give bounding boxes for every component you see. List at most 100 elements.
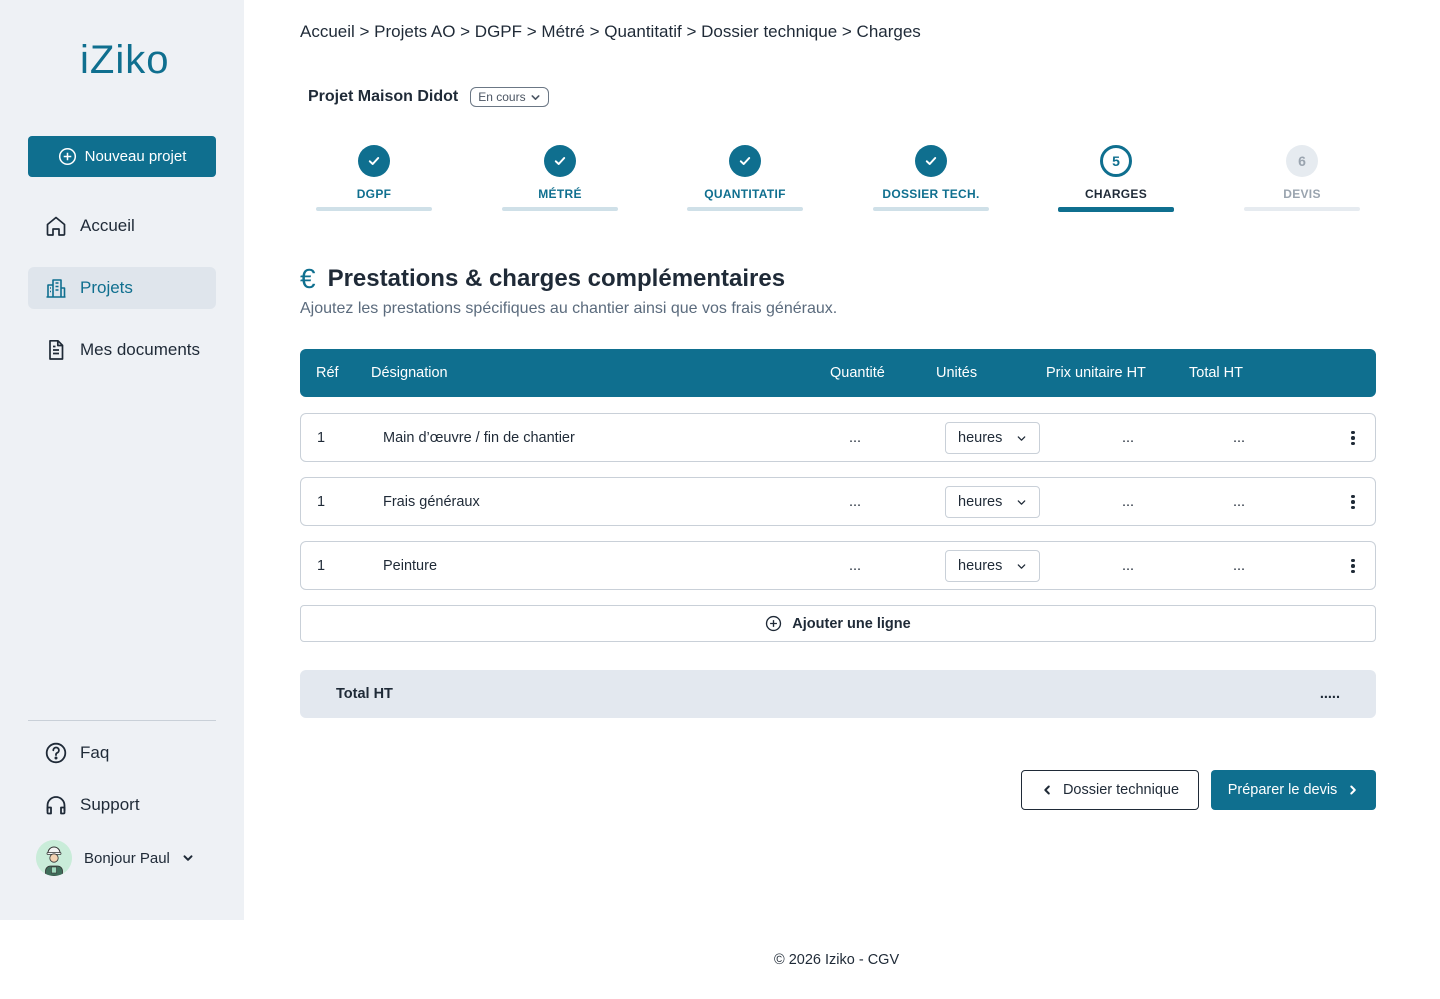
avatar	[36, 840, 72, 876]
cell-quantite[interactable]: ...	[849, 494, 861, 510]
header-prix-unitaire: Prix unitaire HT	[1046, 365, 1146, 381]
step-bar	[1244, 207, 1360, 211]
check-icon	[729, 145, 761, 177]
header-quantite: Quantité	[830, 365, 885, 381]
step-label: MÉTRÉ	[538, 187, 582, 201]
cell-ref: 1	[317, 430, 326, 446]
sidebar-item-projets[interactable]: Projets	[28, 267, 216, 309]
sidebar-item-faq[interactable]: Faq	[28, 732, 216, 774]
question-icon	[45, 742, 67, 764]
breadcrumb[interactable]: Accueil > Projets AO > DGPF > Métré > Qu…	[300, 22, 921, 42]
check-icon	[915, 145, 947, 177]
next-button-label: Préparer le devis	[1227, 782, 1338, 798]
row-menu-icon[interactable]	[1343, 428, 1363, 448]
cell-designation[interactable]: Frais généraux	[383, 494, 480, 510]
row-menu-icon[interactable]	[1343, 492, 1363, 512]
step-dgpf[interactable]: DGPF	[316, 140, 432, 211]
cell-ref: 1	[317, 558, 326, 574]
row-menu-icon[interactable]	[1343, 556, 1363, 576]
unit-select[interactable]: heures	[945, 550, 1040, 582]
step-devis[interactable]: 6 DEVIS	[1244, 140, 1360, 211]
step-label: DOSSIER TECH.	[882, 187, 980, 201]
user-greeting: Bonjour Paul	[84, 849, 170, 867]
buildings-icon	[46, 279, 66, 298]
chevron-down-icon	[1017, 499, 1026, 505]
chevron-left-icon	[1044, 785, 1050, 795]
back-button[interactable]: Dossier technique	[1021, 770, 1199, 810]
new-project-button[interactable]: Nouveau projet	[28, 136, 216, 177]
cell-total: ...	[1233, 430, 1246, 446]
chevron-down-icon	[531, 94, 540, 100]
step-charges[interactable]: 5 CHARGES	[1058, 140, 1174, 212]
cell-quantite[interactable]: ...	[849, 558, 861, 574]
table-row: 1 Main d’œuvre / fin de chantier ... heu…	[300, 413, 1376, 462]
step-label: QUANTITATIF	[704, 187, 786, 201]
step-bar	[316, 207, 432, 211]
unit-select[interactable]: heures	[945, 486, 1040, 518]
unit-value: heures	[958, 494, 1003, 510]
step-dossier-tech[interactable]: DOSSIER TECH.	[873, 140, 989, 211]
header-ref: Réf	[316, 365, 339, 381]
table-header: Réf Désignation Quantité Unités Prix uni…	[300, 349, 1376, 397]
total-summary: Total HT .....	[300, 670, 1376, 718]
table-row: 1 Peinture ... heures ... ...	[300, 541, 1376, 590]
cell-total: ...	[1233, 558, 1246, 574]
unit-select[interactable]: heures	[945, 422, 1040, 454]
check-icon	[358, 145, 390, 177]
document-icon	[49, 339, 64, 360]
section-title-text: Prestations & charges complémentaires	[327, 265, 786, 292]
header-total: Total HT	[1189, 365, 1243, 381]
cell-quantite[interactable]: ...	[849, 430, 861, 446]
sidebar-item-mes-documents[interactable]: Mes documents	[28, 329, 216, 371]
status-dropdown[interactable]: En cours	[470, 87, 549, 107]
step-quantitatif[interactable]: QUANTITATIF	[687, 140, 803, 211]
plus-circle-icon	[766, 615, 782, 632]
header-designation: Désignation	[371, 365, 448, 381]
cell-designation[interactable]: Peinture	[383, 558, 437, 574]
step-bar	[502, 207, 618, 211]
cell-prix-unitaire[interactable]: ...	[1122, 430, 1134, 446]
cell-prix-unitaire[interactable]: ...	[1122, 558, 1134, 574]
next-button[interactable]: Préparer le devis	[1211, 770, 1376, 810]
header-unites: Unités	[936, 365, 978, 381]
cell-designation[interactable]: Main d’œuvre / fin de chantier	[383, 430, 575, 446]
progress-stepper: DGPF MÉTRÉ QUANTITATIF DOSSIER TECH. 5 C…	[300, 140, 1376, 220]
unit-value: heures	[958, 558, 1003, 574]
cell-ref: 1	[317, 494, 326, 510]
step-label: DEVIS	[1283, 187, 1321, 201]
step-bar	[687, 207, 803, 211]
total-value: .....	[1319, 686, 1340, 702]
sidebar-item-label: Projets	[80, 278, 133, 297]
sidebar-item-accueil[interactable]: Accueil	[28, 205, 216, 247]
chevron-down-icon	[183, 855, 193, 861]
add-line-button[interactable]: Ajouter une ligne	[300, 605, 1376, 642]
logo[interactable]: iZiko	[80, 38, 169, 83]
sidebar-item-support[interactable]: Support	[28, 784, 216, 826]
unit-value: heures	[958, 430, 1003, 446]
worker-avatar-icon	[36, 840, 72, 876]
step-label: CHARGES	[1084, 187, 1148, 201]
user-menu[interactable]: Bonjour Paul	[36, 840, 194, 876]
add-line-label: Ajouter une ligne	[792, 615, 911, 632]
step-number: 6	[1286, 145, 1318, 177]
status-label: En cours	[478, 90, 526, 104]
home-icon	[46, 216, 66, 236]
project-header: Projet Maison Didot En cours	[308, 87, 549, 107]
sidebar-item-label: Mes documents	[80, 340, 200, 359]
sidebar-item-label: Faq	[80, 743, 110, 762]
new-project-label: Nouveau projet	[84, 148, 187, 165]
check-icon	[544, 145, 576, 177]
step-metre[interactable]: MÉTRÉ	[502, 140, 618, 211]
chevron-down-icon	[1017, 563, 1026, 569]
footer-text[interactable]: © 2026 Iziko - CGV	[774, 952, 899, 968]
sidebar-item-label: Accueil	[80, 216, 135, 235]
step-label: DGPF	[356, 187, 392, 201]
step-number: 5	[1100, 145, 1132, 177]
cell-prix-unitaire[interactable]: ...	[1122, 494, 1134, 510]
step-bar	[873, 207, 989, 211]
project-title: Projet Maison Didot	[308, 88, 459, 105]
plus-circle-icon	[58, 147, 76, 166]
sidebar-item-label: Support	[80, 795, 140, 814]
sidebar-divider	[28, 720, 216, 721]
chevron-down-icon	[1017, 435, 1026, 441]
